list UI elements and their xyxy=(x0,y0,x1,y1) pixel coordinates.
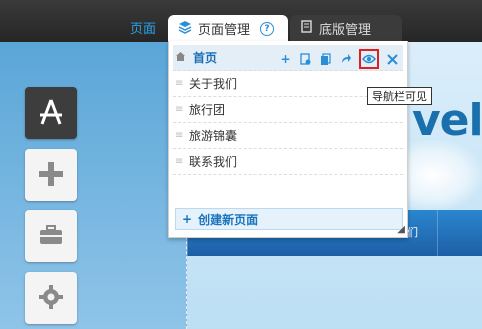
tab-label: 底版管理 xyxy=(319,23,372,38)
page-management-panel: 首页 + ≡ 关于我们 ≡ 旅行团 ≡ 旅游锦囊 ≡ 联系我们 + 创建新页面 … xyxy=(168,41,408,238)
create-new-page-button[interactable]: + 创建新页面 xyxy=(175,208,403,230)
app-store-icon xyxy=(36,97,66,130)
nav-visibility-eye-icon[interactable] xyxy=(359,49,379,69)
home-page-tools: + xyxy=(279,49,399,69)
drag-handle-icon[interactable]: ≡ xyxy=(175,130,189,141)
create-label: 创建新页面 xyxy=(198,212,259,227)
document-icon xyxy=(300,20,313,37)
page-label: 首页 xyxy=(193,51,218,65)
page-row[interactable]: ≡ 联系我们 xyxy=(173,149,403,175)
tools-icon[interactable] xyxy=(386,51,399,67)
gear-icon xyxy=(36,282,66,315)
tooltip: 导航栏可见 xyxy=(367,87,432,105)
toolbox-button[interactable] xyxy=(25,210,77,262)
add-subpage-icon[interactable]: + xyxy=(279,51,292,67)
top-link-pages[interactable]: 页面 xyxy=(130,18,156,37)
page-label: 关于我们 xyxy=(189,77,238,91)
drag-handle-icon[interactable]: ≡ xyxy=(175,104,189,115)
plus-icon: + xyxy=(182,212,193,226)
resize-grip-icon[interactable]: ◢ xyxy=(397,224,405,235)
nav-divider xyxy=(437,210,438,256)
home-icon xyxy=(175,51,189,65)
help-icon[interactable]: ? xyxy=(260,21,275,36)
header-cloud-image xyxy=(400,140,482,210)
page-settings-icon[interactable] xyxy=(299,51,312,67)
tab-footer-management[interactable]: 底版管理 xyxy=(290,15,402,42)
page-row[interactable]: ≡ 旅游锦囊 xyxy=(173,123,403,149)
page-label: 旅行团 xyxy=(189,103,226,117)
page-label: 联系我们 xyxy=(189,155,238,169)
tab-label: 页面管理 xyxy=(198,23,251,38)
nav-item-fragment[interactable]: 们 xyxy=(407,224,418,240)
toolbox-icon xyxy=(36,220,66,253)
plus-icon xyxy=(36,159,66,192)
layers-icon xyxy=(178,20,192,38)
drag-handle-icon[interactable]: ≡ xyxy=(175,156,189,167)
app-store-button[interactable] xyxy=(25,87,77,139)
drag-handle-icon[interactable]: ≡ xyxy=(175,78,189,89)
page-label: 旅游锦囊 xyxy=(189,129,238,143)
settings-button[interactable] xyxy=(25,272,77,324)
page-row-home[interactable]: 首页 + xyxy=(173,45,403,71)
copy-page-icon[interactable] xyxy=(319,51,332,67)
add-button[interactable] xyxy=(25,149,77,201)
tab-page-management[interactable]: 页面管理 ? xyxy=(168,15,288,42)
redirect-icon[interactable] xyxy=(339,51,352,67)
